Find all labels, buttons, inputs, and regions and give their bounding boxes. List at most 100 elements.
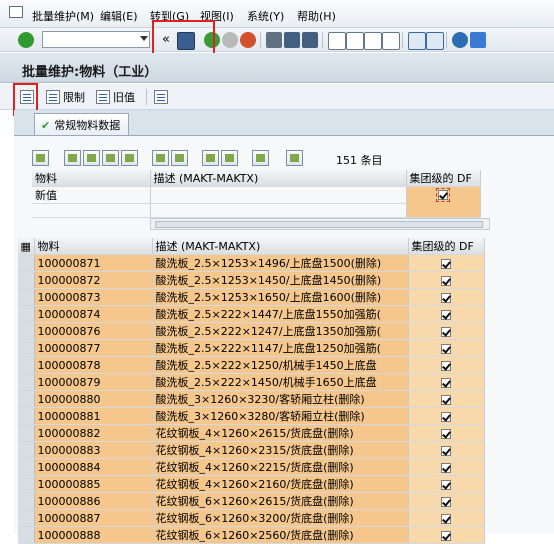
material-cell[interactable]: 100000884 xyxy=(34,458,153,476)
group-df-checkbox[interactable] xyxy=(441,513,451,524)
select-all-icon[interactable] xyxy=(64,150,81,166)
row-selector[interactable] xyxy=(18,441,35,459)
new-value-description-field[interactable] xyxy=(150,186,407,204)
group-df-cell[interactable] xyxy=(408,458,485,476)
enter-icon[interactable] xyxy=(18,32,34,48)
col-header-description[interactable]: 描述 (MAKT-MAKTX) xyxy=(150,170,407,187)
material-cell[interactable]: 100000880 xyxy=(34,390,153,408)
col-header-group-df[interactable]: 集团级的 DF xyxy=(408,238,485,255)
description-cell[interactable]: 酸洗板_3×1260×3280/客轿厢立柱(删除) xyxy=(152,407,409,425)
tab-general-material[interactable]: ✔ 常规物料数据 xyxy=(34,113,130,136)
copy-icon[interactable] xyxy=(102,150,119,166)
window-menu-icon[interactable] xyxy=(9,6,23,18)
exit-icon[interactable] xyxy=(222,32,238,48)
material-cell[interactable]: 100000878 xyxy=(34,356,153,374)
refresh-button[interactable] xyxy=(154,88,168,106)
group-df-cell[interactable] xyxy=(408,254,485,272)
table-row[interactable]: 100000881 酸洗板_3×1260×3280/客轿厢立柱(删除) xyxy=(18,407,485,425)
description-cell[interactable]: 酸洗板_3×1260×3230/客轿厢立柱(删除) xyxy=(152,390,409,408)
print-icon[interactable] xyxy=(266,32,282,48)
group-df-checkbox[interactable] xyxy=(441,292,451,303)
row-selector[interactable] xyxy=(18,390,35,408)
menu-system[interactable]: 系统(Y) xyxy=(247,8,284,24)
group-df-cell[interactable] xyxy=(408,322,485,340)
group-df-checkbox[interactable] xyxy=(441,326,451,337)
row-selector[interactable] xyxy=(18,305,35,323)
deselect-all-icon[interactable] xyxy=(83,150,100,166)
material-cell[interactable]: 100000885 xyxy=(34,475,153,493)
prev-page-icon[interactable] xyxy=(346,32,364,50)
description-cell[interactable]: 花纹钢板_4×1260×2315/货底盘(删除) xyxy=(152,441,409,459)
horizontal-scrollbar[interactable] xyxy=(150,218,490,230)
menu-edit[interactable]: 编辑(E) xyxy=(100,8,138,24)
description-cell[interactable]: 花纹钢板_4×1260×2215/货底盘(删除) xyxy=(152,458,409,476)
group-df-checkbox[interactable] xyxy=(441,530,451,541)
next-page-icon[interactable] xyxy=(364,32,382,50)
material-cell[interactable]: 100000871 xyxy=(34,254,153,272)
row-selector[interactable] xyxy=(18,424,35,442)
table-row[interactable]: 100000877 酸洗板_2.5×222×1147/上底盘1250加强筋( xyxy=(18,339,485,357)
material-cell[interactable]: 100000874 xyxy=(34,305,153,323)
group-df-cell[interactable] xyxy=(408,305,485,323)
description-cell[interactable]: 酸洗板_2.5×222×1450/机械手1650上底盘 xyxy=(152,373,409,391)
group-df-cell[interactable] xyxy=(408,526,485,544)
col-header-material[interactable]: 物料 xyxy=(32,170,151,187)
new-value-df-checkbox[interactable] xyxy=(436,188,450,202)
table-row[interactable]: 100000888 花纹钢板_6×1260×2560/货底盘(删除) xyxy=(18,526,485,544)
group-df-checkbox[interactable] xyxy=(441,496,451,507)
group-df-checkbox[interactable] xyxy=(441,258,451,269)
table-row[interactable]: 100000880 酸洗板_3×1260×3230/客轿厢立柱(删除) xyxy=(18,390,485,408)
help-icon[interactable] xyxy=(452,32,468,48)
material-cell[interactable]: 100000873 xyxy=(34,288,153,306)
row-selector[interactable] xyxy=(18,339,35,357)
group-df-cell[interactable] xyxy=(408,492,485,510)
menu-help[interactable]: 帮助(H) xyxy=(297,8,336,24)
group-df-cell[interactable] xyxy=(408,271,485,289)
group-df-checkbox[interactable] xyxy=(441,445,451,456)
group-df-checkbox[interactable] xyxy=(441,428,451,439)
scrollbar-thumb[interactable] xyxy=(155,221,483,228)
group-df-cell[interactable] xyxy=(408,288,485,306)
description-cell[interactable]: 花纹钢板_4×1260×2615/货底盘(删除) xyxy=(152,424,409,442)
group-df-cell[interactable] xyxy=(408,475,485,493)
sum-icon[interactable] xyxy=(252,150,269,166)
group-df-checkbox[interactable] xyxy=(441,360,451,371)
group-df-cell[interactable] xyxy=(408,373,485,391)
paste-icon[interactable] xyxy=(121,150,138,166)
table-row[interactable]: 100000876 酸洗板_2.5×222×1247/上底盘1350加强筋( xyxy=(18,322,485,340)
table-row[interactable]: 100000885 花纹钢板_4×1260×2160/货底盘(删除) xyxy=(18,475,485,493)
table-row[interactable]: 100000887 花纹钢板_6×1260×3200/货底盘(删除) xyxy=(18,509,485,527)
group-df-checkbox[interactable] xyxy=(441,394,451,405)
command-field[interactable] xyxy=(42,31,150,48)
new-session-icon[interactable] xyxy=(408,32,426,50)
menu-batch-maintain[interactable]: 批量维护(M) xyxy=(32,8,94,24)
col-header-group-df[interactable]: 集团级的 DF xyxy=(406,170,481,187)
group-df-checkbox[interactable] xyxy=(441,343,451,354)
material-cell[interactable]: 100000876 xyxy=(34,322,153,340)
group-df-checkbox[interactable] xyxy=(441,462,451,473)
table-row[interactable]: 100000883 花纹钢板_4×1260×2315/货底盘(删除) xyxy=(18,441,485,459)
group-df-checkbox[interactable] xyxy=(441,411,451,422)
group-df-cell[interactable] xyxy=(408,407,485,425)
group-df-checkbox[interactable] xyxy=(441,309,451,320)
description-cell[interactable]: 酸洗板_2.5×222×1147/上底盘1250加强筋( xyxy=(152,339,409,357)
description-cell[interactable]: 酸洗板_2.5×1253×1450/上底盘1450(删除) xyxy=(152,271,409,289)
group-df-cell[interactable] xyxy=(408,441,485,459)
group-df-cell[interactable] xyxy=(408,424,485,442)
material-cell[interactable]: 100000882 xyxy=(34,424,153,442)
table-row[interactable]: 100000879 酸洗板_2.5×222×1450/机械手1650上底盘 xyxy=(18,373,485,391)
table-row[interactable]: 100000882 花纹钢板_4×1260×2615/货底盘(删除) xyxy=(18,424,485,442)
row-selector[interactable] xyxy=(18,271,35,289)
group-df-cell[interactable] xyxy=(408,390,485,408)
old-value-button[interactable]: 旧值 xyxy=(96,88,135,106)
row-selector[interactable] xyxy=(18,492,35,510)
description-cell[interactable]: 酸洗板_2.5×222×1247/上底盘1350加强筋( xyxy=(152,322,409,340)
group-df-cell[interactable] xyxy=(408,339,485,357)
undo-icon[interactable] xyxy=(171,150,188,166)
row-selector[interactable] xyxy=(18,356,35,374)
material-cell[interactable]: 100000888 xyxy=(34,526,153,544)
customize-layout-icon[interactable] xyxy=(470,32,486,48)
shortcut-icon[interactable] xyxy=(426,32,444,50)
table-row[interactable]: 100000878 酸洗板_2.5×222×1250/机械手1450上底盘 xyxy=(18,356,485,374)
sort-ascending-icon[interactable] xyxy=(202,150,219,166)
